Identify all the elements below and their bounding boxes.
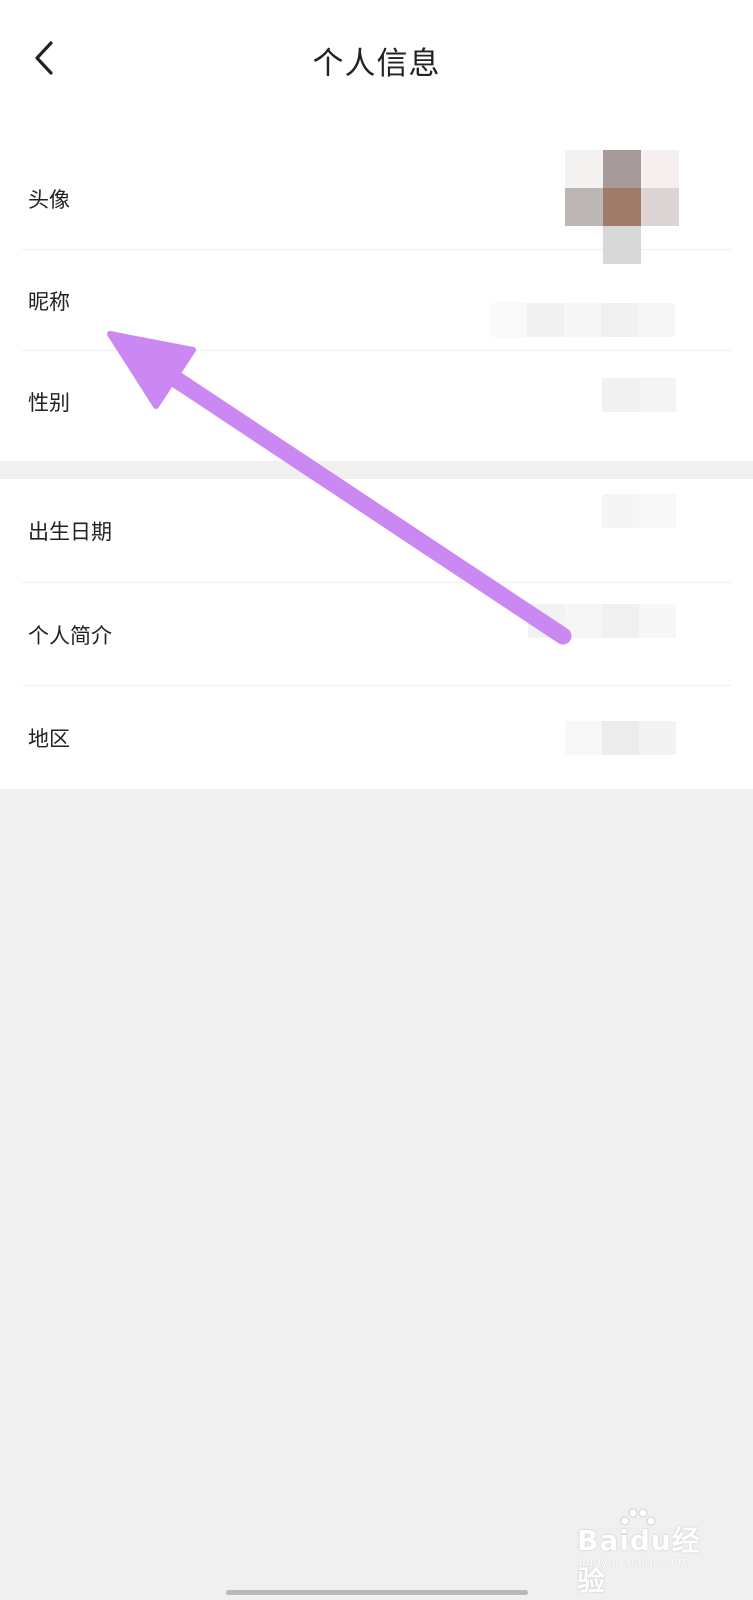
gender-value-redacted (602, 378, 676, 412)
row-label-region: 地区 (28, 726, 70, 751)
row-label-avatar: 头像 (28, 188, 70, 212)
region-value-redacted (565, 721, 676, 755)
birthday-value-redacted (602, 494, 676, 528)
baidu-watermark: Baidu经验 jingyan.baidu.com (577, 1505, 727, 1597)
row-label-nickname: 昵称 (28, 289, 70, 314)
row-label-birthday: 出生日期 (28, 520, 112, 544)
bio-value-redacted (528, 604, 676, 638)
home-indicator[interactable] (226, 1590, 528, 1595)
header-bar: 个人信息 (0, 0, 753, 118)
row-label-gender: 性别 (28, 390, 70, 415)
watermark-subtext: jingyan.baidu.com (579, 1555, 690, 1569)
avatar[interactable] (565, 150, 679, 264)
page-title: 个人信息 (312, 46, 441, 82)
nickname-value-redacted (490, 303, 675, 337)
row-label-bio: 个人简介 (28, 623, 112, 648)
